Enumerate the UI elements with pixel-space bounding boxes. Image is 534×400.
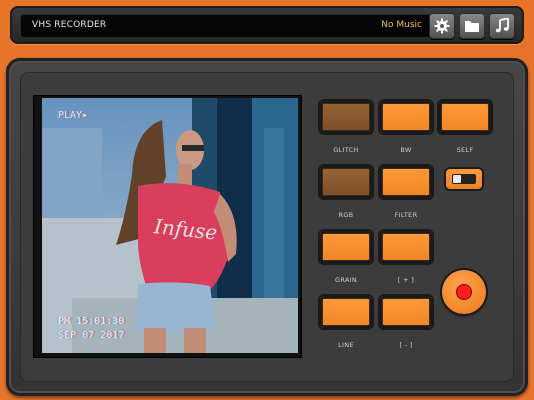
toggle-knob bbox=[453, 175, 461, 183]
rgb-button[interactable] bbox=[320, 166, 372, 198]
minus-label: [ - ] bbox=[399, 341, 413, 349]
music-status: No Music bbox=[381, 20, 422, 30]
app-title: VHS RECORDER bbox=[32, 20, 107, 30]
music-note-icon bbox=[495, 18, 509, 33]
minus-button[interactable] bbox=[380, 296, 432, 328]
line-button[interactable] bbox=[320, 296, 372, 328]
music-button[interactable] bbox=[489, 13, 515, 39]
filter-label: FILTER bbox=[394, 211, 418, 219]
settings-button[interactable] bbox=[429, 13, 455, 39]
osd-date: SEP 07 2017 bbox=[58, 330, 125, 341]
record-icon bbox=[457, 285, 471, 299]
osd-play: PLAY▸ bbox=[58, 110, 89, 121]
plus-button[interactable] bbox=[380, 231, 432, 263]
top-bar: VHS RECORDER No Music bbox=[10, 6, 524, 44]
folder-icon bbox=[465, 21, 479, 32]
bw-label: BW bbox=[400, 146, 412, 154]
camera-preview: Infuse PLAY▸ PM 15:01:30 SEP 07 2017 bbox=[42, 98, 298, 353]
grain-button[interactable] bbox=[320, 231, 372, 263]
glitch-label: GLITCH bbox=[333, 146, 359, 154]
self-label: SELF bbox=[456, 146, 474, 154]
camera-switch-toggle[interactable] bbox=[446, 169, 482, 189]
line-label: LINE bbox=[338, 341, 354, 349]
preview-image: Infuse bbox=[42, 98, 298, 353]
filter-button[interactable] bbox=[380, 166, 432, 198]
gear-icon bbox=[434, 18, 450, 34]
folder-button[interactable] bbox=[459, 13, 485, 39]
osd-time: PM 15:01:30 bbox=[58, 316, 125, 327]
plus-label: [ + ] bbox=[397, 276, 415, 284]
rgb-label: RGB bbox=[338, 211, 354, 219]
glitch-button[interactable] bbox=[320, 101, 372, 133]
grain-label: GRAIN bbox=[334, 276, 357, 284]
self-button[interactable] bbox=[439, 101, 491, 133]
record-button[interactable] bbox=[442, 270, 486, 314]
bw-button[interactable] bbox=[380, 101, 432, 133]
status-display: VHS RECORDER No Music bbox=[20, 14, 434, 38]
